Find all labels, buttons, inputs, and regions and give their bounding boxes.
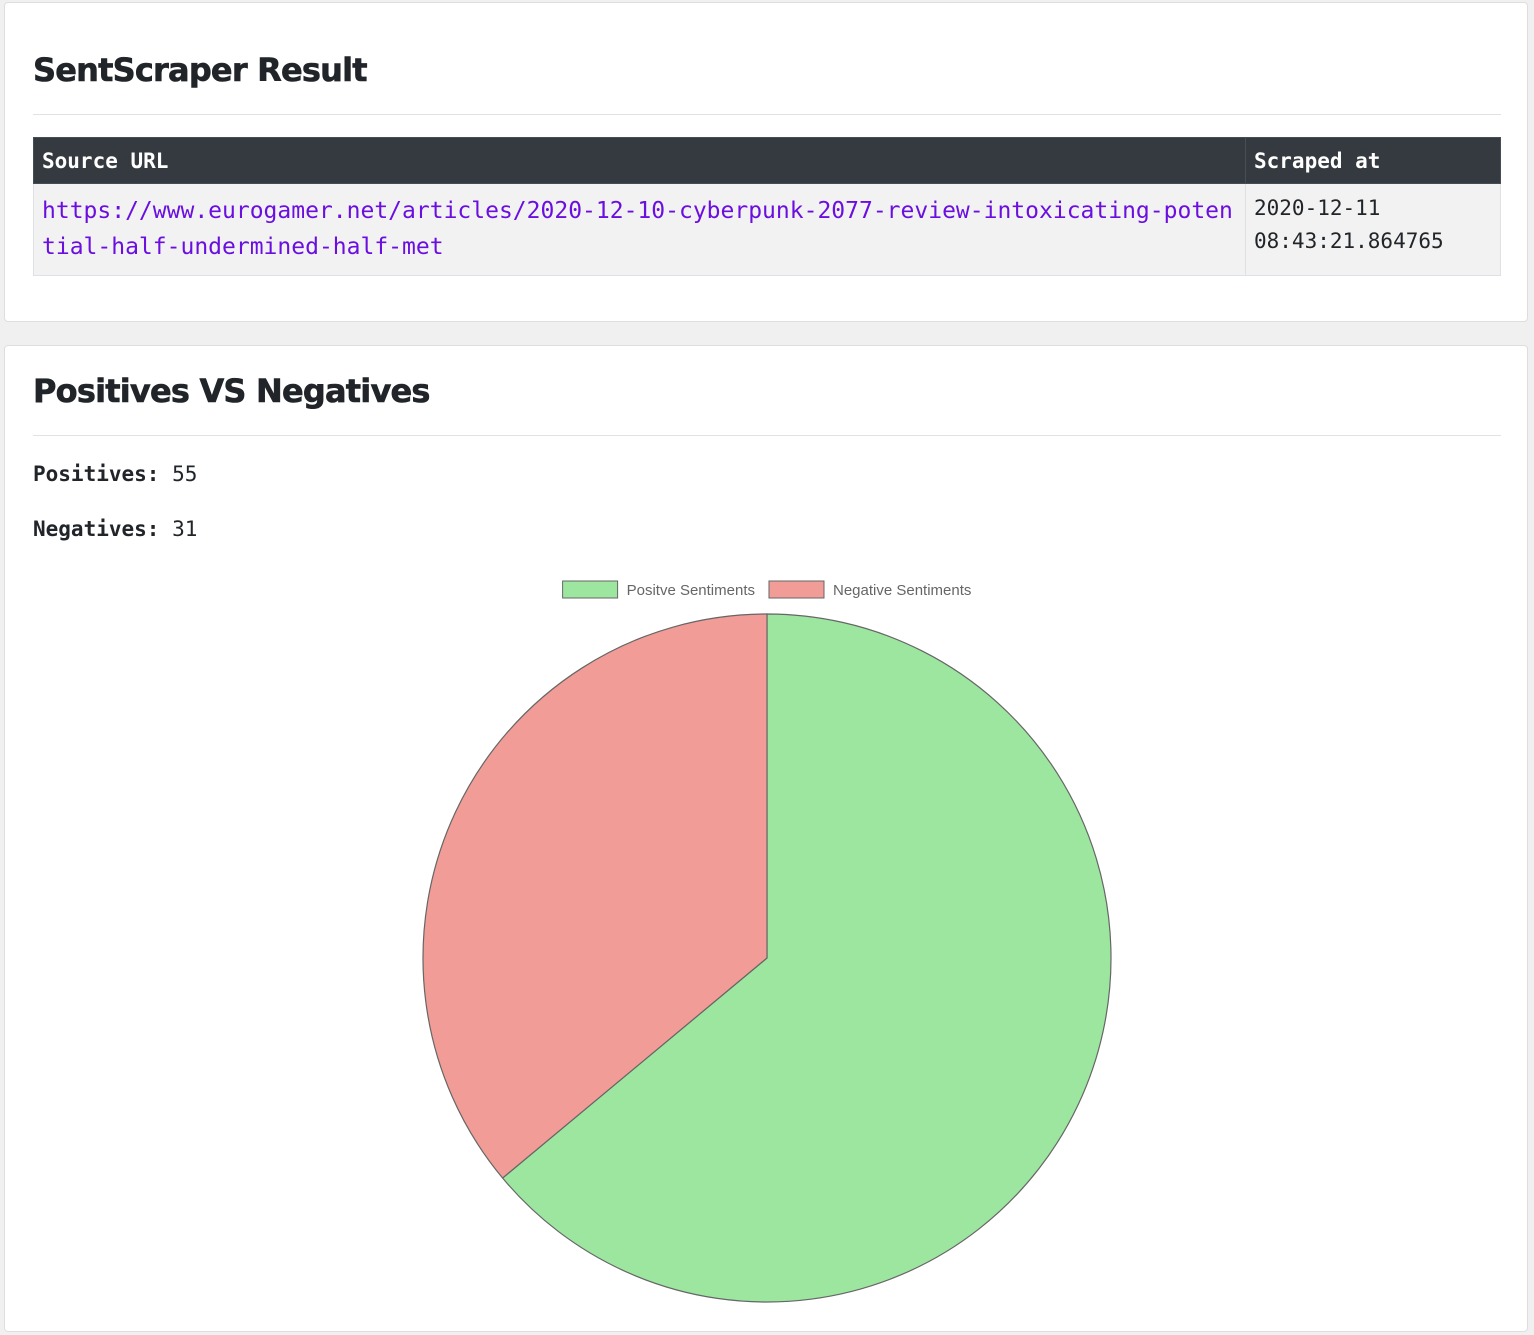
url-cell: https://www.eurogamer.net/articles/2020-… — [33, 183, 1246, 276]
sentiment-card: Positives VS Negatives Positives: 55 Neg… — [4, 345, 1528, 1332]
scraped-at-cell: 2020-12-11 08:43:21.864765 — [1245, 183, 1501, 276]
scraped-at-date: 2020-12-11 — [1254, 196, 1381, 220]
legend-label-negative[interactable]: Negative Sentiments — [833, 582, 971, 599]
legend-label-positive[interactable]: Positve Sentiments — [627, 582, 755, 599]
header-source-url: Source URL — [33, 137, 1246, 184]
header-scraped-at: Scraped at — [1245, 137, 1501, 184]
legend-swatch-positive[interactable] — [562, 580, 619, 599]
sentiment-pie-chart: Positve Sentiments Negative Sentiments — [422, 580, 1112, 1303]
result-divider — [33, 114, 1501, 115]
legend-swatch-negative[interactable] — [768, 580, 825, 599]
result-title: SentScraper Result — [33, 51, 368, 90]
result-card: SentScraper Result Source URL Scraped at… — [4, 2, 1528, 322]
scraped-at-time: 08:43:21.864765 — [1254, 229, 1444, 253]
table-row: https://www.eurogamer.net/articles/2020-… — [33, 183, 1501, 276]
result-table: Source URL Scraped at https://www.euroga… — [33, 137, 1501, 276]
table-header-row: Source URL Scraped at — [33, 137, 1501, 184]
source-url-link[interactable]: https://www.eurogamer.net/articles/2020-… — [42, 198, 1233, 260]
